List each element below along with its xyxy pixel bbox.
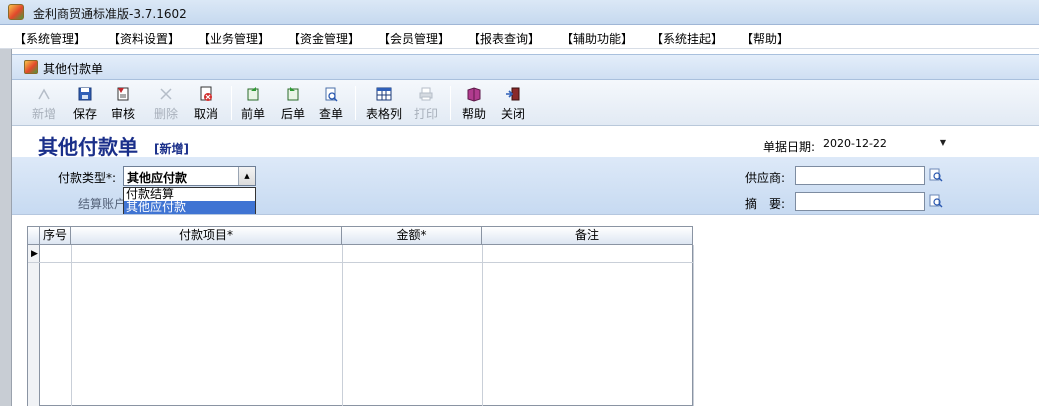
cancel-label: 取消 <box>193 107 218 121</box>
query-button[interactable]: 查单 <box>313 83 349 123</box>
summary-label: 摘 要: <box>745 197 786 211</box>
toolbar: 新增 保存 审核 删除 取消 前单 后单 查单 表格列 打印 帮助 关闭 <box>12 80 1039 126</box>
grid-divider <box>342 245 343 406</box>
table-row[interactable] <box>28 245 693 263</box>
delete-label: 删除 <box>153 107 178 121</box>
save-label: 保存 <box>72 107 97 121</box>
supplier-input[interactable] <box>795 166 925 185</box>
app-logo-icon <box>8 4 24 20</box>
toolbar-separator <box>231 86 232 120</box>
prev-button[interactable]: 前单 <box>235 83 271 123</box>
menu-system[interactable]: 【系统管理】 <box>14 30 86 47</box>
type-option-selected[interactable]: 其他应付款 <box>124 201 255 214</box>
column-header-item[interactable]: 付款项目* <box>71 227 342 245</box>
grid-divider <box>693 245 694 406</box>
supplier-label: 供应商: <box>745 171 786 185</box>
menu-suspend[interactable]: 【系统挂起】 <box>651 30 723 47</box>
exit-door-icon <box>506 87 520 101</box>
menu-data-settings[interactable]: 【资料设置】 <box>108 30 180 47</box>
mdi-left-edge <box>0 49 12 406</box>
menu-help[interactable]: 【帮助】 <box>741 30 789 47</box>
cancel-icon <box>200 86 212 101</box>
form-band: 付款类型*: 其他应付款 ▲ 付款结算 其他应付款 结算账户: 供应商: 摘 要… <box>12 157 1039 215</box>
type-select[interactable]: 其他应付款 ▲ <box>123 166 256 186</box>
grid-divider <box>71 245 72 406</box>
toolbar-separator <box>450 86 451 120</box>
chevron-up-icon[interactable]: ▲ <box>238 167 255 185</box>
printer-icon <box>419 87 433 101</box>
delete-button[interactable]: 删除 <box>148 83 184 123</box>
child-window: 其他付款单 新增 保存 审核 删除 取消 前单 后单 查单 表格列 打印 帮助 … <box>12 49 1039 406</box>
app-title: 金利商贸通标准版-3.7.1602 <box>33 7 187 21</box>
audit-icon <box>117 87 129 101</box>
mode-badge: [新增] <box>154 142 189 156</box>
detail-grid[interactable]: 序号 付款项目* 金额* 备注 ▶ <box>27 226 694 406</box>
row-indicator-column <box>28 245 40 406</box>
columns-button[interactable]: 表格列 <box>363 83 405 123</box>
type-dropdown-list: 付款结算 其他应付款 <box>123 187 256 214</box>
document-icon <box>24 60 38 74</box>
date-picker[interactable]: 2020-12-22 ▼ <box>823 135 949 153</box>
print-button[interactable]: 打印 <box>408 83 444 123</box>
toolbar-separator <box>355 86 356 120</box>
table-icon <box>376 87 392 101</box>
app-title-bar: 金利商贸通标准版-3.7.1602 <box>0 0 1039 25</box>
next-label: 后单 <box>280 107 305 121</box>
type-select-value: 其他应付款 <box>127 171 188 185</box>
new-button[interactable]: 新增 <box>26 83 62 123</box>
menu-business[interactable]: 【业务管理】 <box>198 30 270 47</box>
delete-icon <box>160 88 172 100</box>
grid-area: 序号 付款项目* 金额* 备注 ▶ <box>12 215 1039 406</box>
help-book-icon <box>467 87 481 102</box>
query-label: 查单 <box>318 107 343 121</box>
column-header-remark[interactable]: 备注 <box>482 227 693 245</box>
prev-doc-icon <box>247 87 259 101</box>
next-button[interactable]: 后单 <box>275 83 311 123</box>
prev-label: 前单 <box>240 107 265 121</box>
child-title-bar: 其他付款单 <box>12 54 1039 80</box>
grid-divider <box>482 245 483 406</box>
save-icon <box>78 87 92 101</box>
audit-label: 审核 <box>110 107 135 121</box>
menu-aux[interactable]: 【辅助功能】 <box>561 30 633 47</box>
print-label: 打印 <box>413 107 438 121</box>
help-button[interactable]: 帮助 <box>456 83 492 123</box>
column-header-amount[interactable]: 金额* <box>342 227 482 245</box>
summary-input[interactable] <box>795 192 925 211</box>
date-label: 单据日期: <box>763 140 816 154</box>
supplier-lookup-icon[interactable] <box>929 168 943 182</box>
next-doc-icon <box>287 87 299 101</box>
chevron-down-icon[interactable]: ▼ <box>940 138 946 147</box>
type-label: 付款类型*: <box>58 171 117 185</box>
query-icon <box>325 87 338 102</box>
menu-members[interactable]: 【会员管理】 <box>378 30 450 47</box>
grid-corner <box>28 227 40 245</box>
save-button[interactable]: 保存 <box>67 83 103 123</box>
close-label: 关闭 <box>500 107 525 121</box>
close-button[interactable]: 关闭 <box>495 83 531 123</box>
cancel-button[interactable]: 取消 <box>188 83 224 123</box>
help-label: 帮助 <box>461 107 486 121</box>
child-title: 其他付款单 <box>43 62 104 76</box>
columns-label: 表格列 <box>365 107 402 121</box>
menu-reports[interactable]: 【报表查询】 <box>468 30 540 47</box>
summary-lookup-icon[interactable] <box>929 194 943 208</box>
new-label: 新增 <box>31 107 56 121</box>
new-icon <box>38 88 50 100</box>
date-value: 2020-12-22 <box>823 137 887 150</box>
menu-bar: 【系统管理】 【资料设置】 【业务管理】 【资金管理】 【会员管理】 【报表查询… <box>0 25 1039 49</box>
menu-funds[interactable]: 【资金管理】 <box>288 30 360 47</box>
audit-button[interactable]: 审核 <box>105 83 141 123</box>
column-header-seq[interactable]: 序号 <box>40 227 71 245</box>
page-title: 其他付款单 <box>38 135 138 159</box>
